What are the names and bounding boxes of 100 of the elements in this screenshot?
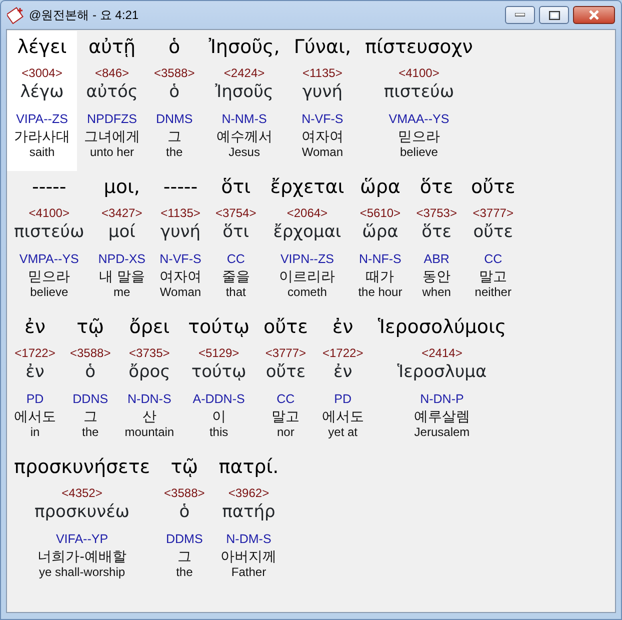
korean-gloss: 줄을 — [222, 267, 250, 285]
english-gloss: in — [30, 425, 40, 440]
greek-word: Γύναι, — [294, 35, 352, 60]
strong-number: <3754> — [216, 206, 256, 220]
lemma-word: γυνή — [302, 81, 343, 104]
lemma-word: ἐν — [334, 361, 352, 384]
morphology-code: NPDFZS — [87, 112, 137, 127]
word-column[interactable]: τῷ <3588> ὁ DDNS 그 the — [63, 311, 118, 451]
morphology-code: VMPA--YS — [19, 252, 79, 267]
word-column[interactable]: Γύναι, <1135> γυνή N-VF-S 여자여 Woman — [286, 31, 358, 171]
strong-number: <4100> — [28, 206, 70, 220]
strong-number: <3427> — [102, 206, 142, 220]
word-column[interactable]: ὅτε <3753> ὅτε ABR 동안 when — [409, 171, 464, 311]
word-column[interactable]: μοι, <3427> μοί NPD-XS 내 말을 me — [91, 171, 152, 311]
lemma-word: ὅτι — [222, 221, 250, 244]
word-column[interactable]: τῷ <3588> ὁ DDMS 그 the — [157, 451, 212, 591]
greek-word: πατρί. — [218, 455, 279, 480]
word-column[interactable]: οὔτε <3777> οὔτε CC 말고 neither — [464, 171, 522, 311]
morphology-code: N-VF-S — [302, 112, 344, 127]
word-column[interactable]: πίστευσοχν <4100> πιστεύω VMAA--YS 믿으라 believe — [358, 31, 480, 171]
word-column[interactable]: Ἰησοῦς, <2424> Ἰησοῦς N-NM-S 예수께서 Jesus — [202, 31, 287, 171]
korean-gloss: 내 말을 — [98, 267, 145, 285]
morphology-code: N-DN-S — [128, 392, 172, 407]
english-gloss: unto her — [90, 145, 134, 160]
word-column[interactable]: ὥρα <5610> ὥρα N-NF-S 때가 the hour — [351, 171, 410, 311]
english-gloss: neither — [474, 285, 512, 300]
word-column[interactable]: αὐτῇ <846> αὐτός NPDFZS 그녀에게 unto her — [77, 31, 147, 171]
strong-number: <3777> — [265, 346, 306, 360]
strong-number: <3588> — [154, 66, 195, 80]
morphology-code: DDMS — [166, 532, 203, 547]
greek-word: προσκυνήσετε — [14, 455, 150, 480]
word-column[interactable]: λέγει <3004> λέγω VIPA--ZS 가라사대 saith — [7, 31, 77, 171]
word-column[interactable]: Ἱεροσολύμοις <2414> Ἱεροσλυμα N-DN-P 예루살렘 Jerusalem — [370, 311, 514, 451]
lemma-word: πιστεύω — [384, 81, 454, 104]
word-column[interactable]: προσκυνήσετε <4352> προσκυνέω VIFA--YP 너희가-예배할 ye shall-worship — [7, 451, 158, 591]
morphology-code: N-DN-P — [420, 392, 464, 407]
strong-number: <4100> — [398, 66, 440, 80]
close-button[interactable] — [573, 6, 615, 24]
english-gloss: me — [114, 285, 130, 300]
english-gloss: saith — [29, 145, 55, 160]
english-gloss: believe — [30, 285, 68, 300]
window-title: @원전본해 - 요 4:21 — [29, 7, 139, 24]
word-column[interactable]: οὔτε <3777> οὔτε CC 말고 nor — [256, 311, 315, 451]
greek-word: ὅτε — [420, 175, 454, 200]
word-column[interactable]: ἐν <1722> ἐν PD 에서도 yet at — [314, 311, 371, 451]
strong-number: <1722> — [322, 346, 364, 360]
word-column[interactable]: ----- <4100> πιστεύω VMPA--YS 믿으라 believe — [7, 171, 92, 311]
strong-number: <3962> — [228, 486, 270, 500]
greek-word: πίστευσοχν — [365, 35, 473, 60]
minimize-button[interactable] — [505, 6, 535, 24]
greek-word: ὥρα — [360, 175, 400, 200]
english-gloss: the hour — [358, 285, 402, 300]
korean-gloss: 예루살렘 — [414, 407, 470, 425]
morphology-code: CC — [226, 252, 245, 267]
word-column[interactable]: ὁ <3588> ὁ DNMS 그 the — [147, 31, 202, 171]
english-gloss: Jesus — [228, 145, 260, 160]
word-column[interactable]: ἐν <1722> ἐν PD 에서도 in — [7, 311, 63, 451]
english-gloss: Jerusalem — [414, 425, 470, 440]
greek-word: ὁ — [168, 35, 180, 60]
greek-word: μοι, — [104, 175, 140, 200]
greek-word: ἐν — [24, 315, 46, 340]
morphology-code: VIPN--ZS — [280, 252, 334, 267]
word-column[interactable]: ὄρει <3735> ὄρος N-DN-S 산 mountain — [118, 311, 182, 451]
greek-word: ----- — [163, 175, 198, 200]
strong-number: <3735> — [129, 346, 170, 360]
close-icon — [588, 10, 600, 20]
greek-word: Ἱεροσολύμοις — [378, 315, 506, 340]
english-gloss: Woman — [160, 285, 202, 300]
lemma-word: ἔρχομαι — [273, 221, 342, 244]
korean-gloss: 그 — [83, 407, 98, 425]
lemma-word: πατήρ — [222, 501, 276, 524]
lemma-word: οὔτε — [266, 361, 306, 384]
morphology-code: NPD-XS — [98, 252, 146, 267]
korean-gloss: 그 — [177, 547, 192, 565]
strong-number: <2064> — [286, 206, 328, 220]
greek-word: τούτῳ — [188, 315, 250, 340]
greek-word: τῷ — [76, 315, 104, 340]
word-column[interactable]: ὅτι <3754> ὅτι CC 줄을 that — [208, 171, 264, 311]
strong-number: <3004> — [22, 66, 62, 80]
word-column[interactable]: ----- <1135> γυνή N-VF-S 여자여 Woman — [152, 171, 208, 311]
korean-gloss: 말고 — [272, 407, 300, 425]
lemma-word: πιστεύω — [14, 221, 84, 244]
morphology-code: PD — [26, 392, 44, 407]
lemma-word: ἐν — [26, 361, 44, 384]
korean-gloss: 에서도 — [322, 407, 364, 425]
greek-word: ἔρχεται — [270, 175, 344, 200]
word-column[interactable]: ἔρχεται <2064> ἔρχομαι VIPN--ZS 이르리라 cometh — [263, 171, 352, 311]
word-column[interactable]: πατρί. <3962> πατήρ N-DM-S 아버지께 Father — [212, 451, 286, 591]
greek-word: αὐτῇ — [88, 35, 136, 60]
morphology-code: VMAA--YS — [388, 112, 450, 127]
lemma-word: ὁ — [179, 501, 190, 524]
word-column[interactable]: τούτῳ <5129> τούτῳ A-DDN-S 이 this — [181, 311, 257, 451]
maximize-button[interactable] — [539, 6, 569, 24]
greek-word: οὔτε — [264, 315, 308, 340]
korean-gloss: 이르리라 — [279, 267, 336, 285]
greek-word: ἐν — [332, 315, 354, 340]
lemma-word: ὁ — [85, 361, 96, 384]
greek-word: ὅτι — [221, 175, 251, 200]
lemma-word: Ἱεροσλυμα — [397, 361, 487, 384]
morphology-code: A-DDN-S — [192, 392, 245, 407]
